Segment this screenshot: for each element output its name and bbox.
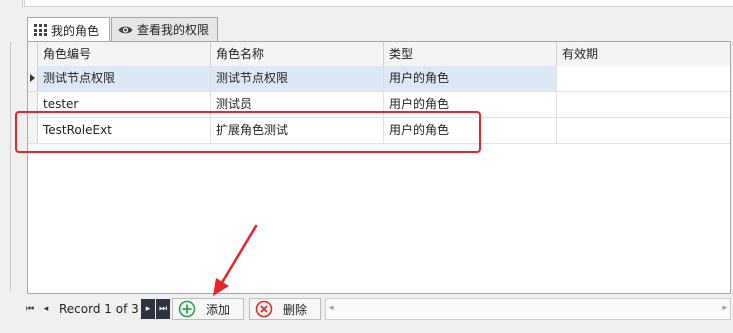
grid-header: 角色编号 角色名称 类型 有效期 xyxy=(28,42,730,67)
tab-label: 查看我的权限 xyxy=(137,23,210,37)
top-panel-edge xyxy=(0,0,733,8)
cell-role-name[interactable]: 测试节点权限 xyxy=(211,66,384,91)
add-button-label: 添加 xyxy=(206,302,231,317)
delete-button[interactable]: 删除 xyxy=(249,298,321,320)
tab-view-my-permissions[interactable]: 查看我的权限 xyxy=(111,17,218,41)
column-header-role-name[interactable]: 角色名称 xyxy=(211,42,384,66)
delete-button-label: 删除 xyxy=(283,302,308,317)
header-indicator-cell xyxy=(28,42,38,66)
annotation-arrow-icon xyxy=(213,224,258,296)
column-header-role-code[interactable]: 角色编号 xyxy=(38,42,211,66)
column-header-validity[interactable]: 有效期 xyxy=(557,42,730,66)
row-indicator[interactable] xyxy=(28,66,38,91)
roles-grid: 角色编号 角色名称 类型 有效期 测试节点权限 测试节点权限 用户的角色 tes… xyxy=(27,41,731,294)
tab-my-roles[interactable]: 我的角色 xyxy=(27,17,110,42)
last-record-button[interactable]: ⏭ xyxy=(156,299,170,319)
first-record-button[interactable]: ⏮ xyxy=(23,299,37,319)
highlight-box xyxy=(15,111,481,153)
cell-validity[interactable] xyxy=(557,118,730,143)
scroll-right-arrow-icon[interactable]: ▸ xyxy=(722,303,727,313)
table-row[interactable]: 测试节点权限 测试节点权限 用户的角色 xyxy=(28,66,730,92)
tab-label: 我的角色 xyxy=(51,23,100,38)
delete-circle-icon xyxy=(255,300,273,318)
eye-icon xyxy=(118,25,133,35)
previous-record-button[interactable]: ◂ xyxy=(39,299,53,319)
record-indicator: Record 1 of 3 xyxy=(59,302,139,316)
grid-navigator: ⏮ ◂ Record 1 of 3 ▸ ⏭ 添加 删除 ◂ ▸ xyxy=(22,296,733,322)
add-circle-icon xyxy=(178,300,196,318)
column-header-type[interactable]: 类型 xyxy=(384,42,557,66)
current-row-arrow-icon xyxy=(30,74,35,82)
cell-type[interactable]: 用户的角色 xyxy=(384,66,557,91)
scroll-left-arrow-icon[interactable]: ◂ xyxy=(329,303,334,313)
next-record-button[interactable]: ▸ xyxy=(141,299,155,319)
grid-icon xyxy=(34,24,47,36)
horizontal-scrollbar[interactable]: ◂ ▸ xyxy=(325,298,731,320)
left-splitter[interactable] xyxy=(0,0,23,333)
cell-validity[interactable] xyxy=(557,92,730,117)
add-button[interactable]: 添加 xyxy=(172,298,244,320)
cell-validity[interactable] xyxy=(557,66,730,91)
cell-role-code[interactable]: 测试节点权限 xyxy=(38,66,211,91)
